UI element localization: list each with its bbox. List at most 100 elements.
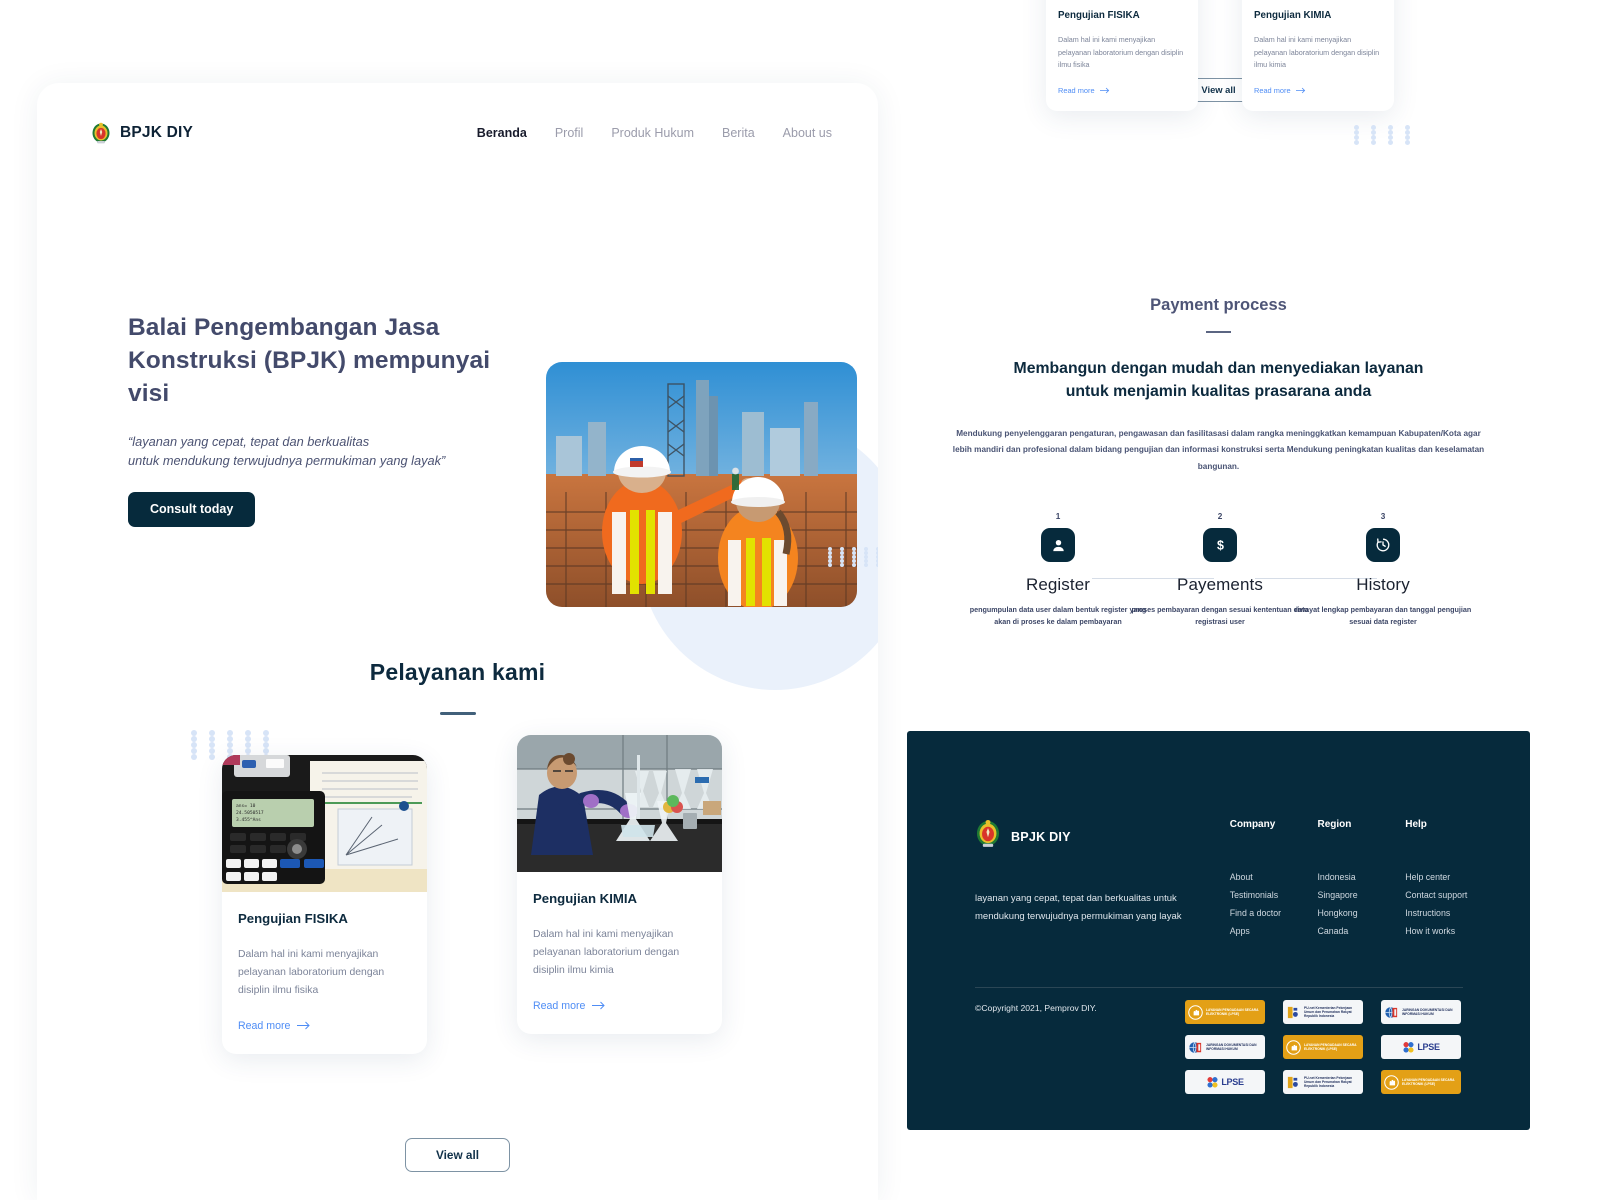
service-card-kimia-title: Pengujian KIMIA	[533, 891, 638, 906]
footer-link-apps[interactable]: Apps	[1230, 926, 1310, 936]
coat-of-arms-icon	[91, 122, 111, 145]
payment-process-rule	[1206, 331, 1231, 333]
service-card-fisika[interactable]: ans= 10 24.5050517 3.455^Ans Pengujian F…	[222, 755, 427, 1054]
step-name: Register	[1025, 575, 1091, 594]
payment-heading-line1: Membangun dengan mudah dan menyediakan l…	[1013, 360, 1424, 377]
svg-text:3.455^Ans: 3.455^Ans	[236, 817, 261, 823]
rt-card-kimia-title: Pengujian KIMIA	[1254, 10, 1332, 21]
badge-lpse-orange[interactable]: LAYANAN PENGADAAN SECARA ELEKTRONIK (LPS…	[1185, 1000, 1265, 1024]
rt-service-card-fisika[interactable]: Pengujian FISIKA Dalam hal ini kami meny…	[1046, 0, 1198, 111]
arrow-right-icon	[297, 1021, 311, 1030]
badge-punet-1[interactable]: PU-net Kementerian Pekerjaan Umum dan Pe…	[1283, 1000, 1363, 1024]
footer-link-about[interactable]: About	[1230, 872, 1310, 882]
footer-link-find-a-doctor[interactable]: Find a doctor	[1230, 908, 1310, 918]
history-clock-icon	[1366, 528, 1400, 562]
read-more-label: Read more	[1058, 85, 1095, 95]
badge-text: LPSE	[1221, 1077, 1244, 1087]
footer-link-indonesia[interactable]: Indonesia	[1317, 872, 1397, 882]
service-card-fisika-read-more[interactable]: Read more	[238, 1020, 411, 1032]
payment-step-history[interactable]: 3 History riwayat lengkap pembayaran dan…	[1293, 512, 1473, 628]
service-card-kimia[interactable]: Pengujian KIMIA Dalam hal ini kami menya…	[517, 735, 722, 1034]
hero-subtitle-line1: “layanan yang cepat, tepat dan berkualit…	[128, 434, 370, 450]
rt-card-fisika-read-more[interactable]: Read more	[1058, 86, 1186, 95]
nav-item-berita[interactable]: Berita	[722, 126, 755, 140]
rt-card-kimia-desc: Dalam hal ini kami menyajikan pelayanan …	[1254, 35, 1380, 70]
footer-brand-column: BPJK DIY layanan yang cepat, tepat dan b…	[975, 819, 1183, 936]
footer-link-instructions[interactable]: Instructions	[1405, 908, 1485, 918]
payment-process-section: Payment process Membangun dengan mudah d…	[907, 296, 1530, 642]
badge-text: JARINGAN DOKUMENTASI DAN INFORMASI HUKUM	[1206, 1042, 1257, 1051]
footer-brand[interactable]: BPJK DIY	[975, 819, 1183, 854]
dollar-icon: $	[1203, 528, 1237, 562]
read-more-label: Read more	[238, 1019, 291, 1032]
arrow-right-icon	[592, 1001, 606, 1010]
service-card-fisika-image: ans= 1024.50505173.455^Ans	[222, 755, 427, 892]
step-number: 1	[1055, 512, 1061, 521]
payment-step-register[interactable]: 1 Register pengumpulan data user dalam b…	[968, 512, 1148, 628]
service-cards-wrapper: ans= 10 24.5050517 3.455^Ans Pengujian F…	[37, 730, 878, 1085]
coat-of-arms-icon	[975, 819, 1001, 854]
nav-item-beranda[interactable]: Beranda	[477, 126, 527, 140]
footer-link-canada[interactable]: Canada	[1317, 926, 1397, 936]
footer-column-title: Region	[1317, 819, 1352, 830]
footer-link-contact-support[interactable]: Contact support	[1405, 890, 1485, 900]
nav-item-produk-hukum[interactable]: Produk Hukum	[611, 126, 694, 140]
lpse-hand-icon	[1384, 1074, 1399, 1090]
step-name: Payements	[1177, 575, 1263, 594]
badge-text: JARINGAN DOKUMENTASI DAN INFORMASI HUKUM	[1402, 1007, 1453, 1016]
badge-lpse-white-2[interactable]: LPSE	[1185, 1070, 1265, 1094]
service-card-kimia-read-more[interactable]: Read more	[533, 1000, 706, 1012]
left-page-panel: BPJK DIY Beranda Profil Produk Hukum Ber…	[37, 83, 878, 1200]
service-card-fisika-title: Pengujian FISIKA	[238, 911, 348, 926]
read-more-label: Read more	[533, 999, 586, 1012]
nav-item-profil[interactable]: Profil	[555, 126, 583, 140]
right-top-panel: Pengujian FISIKA Dalam hal ini kami meny…	[907, 0, 1530, 260]
consult-today-button[interactable]: Consult today	[128, 492, 256, 527]
lpse-hand-icon	[1188, 1004, 1203, 1020]
step-desc: riwayat lengkap pembayaran dan tanggal p…	[1294, 605, 1472, 627]
badge-text: LPSE	[1417, 1042, 1440, 1052]
rt-dot-pattern	[1354, 125, 1422, 145]
footer-partner-badges: LAYANAN PENGADAAN SECARA ELEKTRONIK (LPS…	[1185, 1000, 1461, 1094]
svg-text:24.5050517: 24.5050517	[236, 810, 264, 816]
badge-punet-2[interactable]: PU-net Kementerian Pekerjaan Umum dan Pe…	[1283, 1070, 1363, 1094]
payment-step-payements[interactable]: 2 $ Payements proses pembayaran dengan s…	[1130, 512, 1310, 628]
svg-text:$: $	[1217, 538, 1224, 552]
lpse-dots-icon	[1403, 1041, 1414, 1053]
badge-jdih-1[interactable]: JARINGAN DOKUMENTASI DAN INFORMASI HUKUM	[1381, 1000, 1461, 1024]
rt-card-fisika-desc: Dalam hal ini kami menyajikan pelayanan …	[1058, 35, 1184, 70]
site-header: BPJK DIY Beranda Profil Produk Hukum Ber…	[37, 83, 878, 159]
brand-logo[interactable]: BPJK DIY	[91, 122, 193, 145]
badge-jdih-2[interactable]: JARINGAN DOKUMENTASI DAN INFORMASI HUKUM	[1185, 1035, 1265, 1059]
footer-brand-name: BPJK DIY	[1011, 829, 1071, 844]
arrow-right-icon	[1295, 87, 1305, 94]
badge-lpse-white-1[interactable]: LPSE	[1381, 1035, 1461, 1059]
badge-text: PU-net Kementerian Pekerjaan Umum dan Pe…	[1304, 1005, 1353, 1019]
footer-link-singapore[interactable]: Singapore	[1317, 890, 1397, 900]
badge-text: LAYANAN PENGADAAN SECARA ELEKTRONIK (LPS…	[1206, 1007, 1259, 1016]
footer-link-hongkong[interactable]: Hongkong	[1317, 908, 1397, 918]
badge-text: PU-net Kementerian Pekerjaan Umum dan Pe…	[1304, 1075, 1353, 1089]
user-icon	[1041, 528, 1075, 562]
footer-copyright: ©Copyright 2021, Pemprov DIY.	[975, 1003, 1097, 1013]
payment-process-eyebrow: Payment process	[1150, 296, 1287, 314]
footer-link-help-center[interactable]: Help center	[1405, 872, 1485, 882]
footer-link-testimonials[interactable]: Testimonials	[1230, 890, 1310, 900]
page-root: BPJK DIY Beranda Profil Produk Hukum Ber…	[0, 0, 1600, 1200]
payment-heading-line2: untuk menjamin kualitas prasarana anda	[1065, 382, 1372, 400]
step-desc: proses pembayaran dengan sesuai kententu…	[1131, 605, 1309, 627]
rt-service-card-kimia[interactable]: Pengujian KIMIA Dalam hal ini kami menya…	[1242, 0, 1394, 111]
right-top-cards-wrapper: Pengujian FISIKA Dalam hal ini kami meny…	[907, 0, 1530, 111]
services-view-all-button[interactable]: View all	[404, 1138, 511, 1172]
badge-text: LAYANAN PENGADAAN SECARA ELEKTRONIK (LPS…	[1304, 1042, 1357, 1051]
badge-lpse-orange-2[interactable]: LAYANAN PENGADAAN SECARA ELEKTRONIK (LPS…	[1283, 1035, 1363, 1059]
pu-net-icon	[1287, 1076, 1298, 1088]
badge-lpse-orange-3[interactable]: LAYANAN PENGADAAN SECARA ELEKTRONIK (LPS…	[1381, 1070, 1461, 1094]
lpse-hand-icon	[1286, 1039, 1301, 1055]
step-desc: pengumpulan data user dalam bentuk regis…	[969, 605, 1147, 627]
rt-card-kimia-read-more[interactable]: Read more	[1254, 86, 1382, 95]
brand-name: BPJK DIY	[120, 124, 194, 141]
footer-tagline: layanan yang cepat, tepat dan berkualita…	[975, 893, 1182, 922]
footer-link-how-it-works[interactable]: How it works	[1405, 926, 1485, 936]
nav-item-about-us[interactable]: About us	[783, 126, 832, 140]
